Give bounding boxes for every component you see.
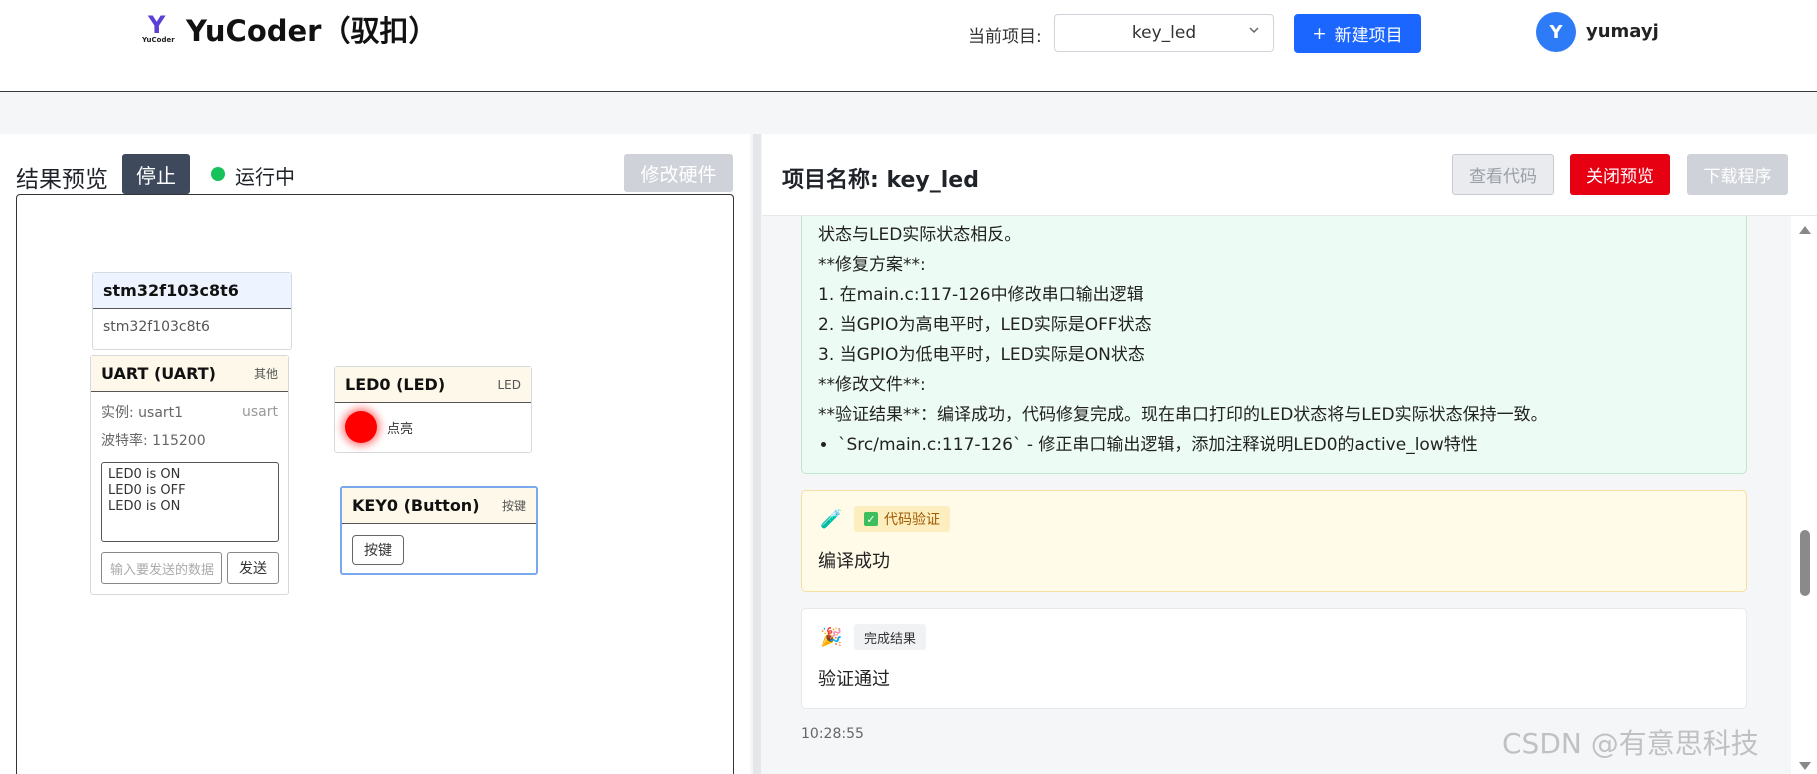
uart-baud-row: 波特率: 115200 — [91, 426, 288, 454]
uart-card-header: UART (UART) 其他 — [91, 356, 288, 392]
uart-instance-type: usart — [242, 404, 278, 420]
preview-title: 结果预览 — [16, 167, 108, 193]
uart-instance-row: 实例: usart1 usart — [91, 398, 288, 426]
panel-splitter[interactable] — [753, 134, 761, 774]
project-name-title: 项目名称: key_led — [782, 168, 979, 193]
led-body: 点亮 — [335, 403, 531, 451]
hardware-canvas: stm32f103c8t6 stm32f103c8t6 UART (UART) … — [16, 194, 734, 774]
csdn-watermark: CSDN @有意思科技 — [1502, 727, 1759, 760]
led-card[interactable]: LED0 (LED) LED 点亮 — [334, 366, 532, 453]
key-tag: 按键 — [501, 499, 526, 513]
current-project-label: 当前项目: — [968, 27, 1042, 47]
uart-title: UART (UART) — [101, 364, 216, 383]
yucoder-logo[interactable]: Y YuCoder — [142, 12, 176, 46]
uart-card[interactable]: UART (UART) 其他 实例: usart1 usart 波特率: 115… — [90, 355, 289, 595]
logo-glyph: Y — [148, 11, 166, 39]
completion-badge: 完成结果 — [854, 624, 927, 650]
key-card[interactable]: KEY0 (Button) 按键 按键 — [340, 486, 538, 575]
project-header: 项目名称: key_led 查看代码 关闭预览 下载程序 — [762, 134, 1817, 216]
message-timestamp: 10:28:55 — [801, 726, 864, 742]
party-popper-icon: 🎉 — [820, 627, 843, 648]
result-preview-panel: 结果预览 停止 运行中 修改硬件 stm32f103c8t6 stm32f103… — [0, 134, 750, 774]
message-line: 3. 当GPIO为低电平时，LED实际是ON状态 — [818, 345, 1145, 365]
logo-text: YuCoder — [142, 36, 175, 44]
code-verify-message: 🧪 ✓ 代码验证 编译成功 — [801, 490, 1747, 592]
uart-tag: 其他 — [253, 367, 278, 381]
modified-file-item: `Src/main.c:117-126` - 修正串口输出逻辑，添加注释说明LE… — [838, 430, 1730, 460]
uart-instance: 实例: usart1 — [101, 405, 184, 421]
key-card-header: KEY0 (Button) 按键 — [342, 488, 536, 524]
uart-send-button[interactable]: 发送 — [227, 552, 279, 584]
fix-summary-message: 状态与LED实际状态相反。 **修复方案**: 1. 在main.c:117-1… — [801, 216, 1747, 474]
mcu-title: stm32f103c8t6 — [103, 281, 239, 300]
download-program-button[interactable]: 下载程序 — [1687, 154, 1788, 195]
mcu-card-header: stm32f103c8t6 — [93, 273, 291, 309]
led-state: 点亮 — [387, 421, 414, 437]
uart-log-line: LED0 is ON — [108, 499, 181, 514]
message-line: **修改文件**: — [818, 375, 926, 395]
running-status-dot — [211, 167, 225, 181]
running-status-text: 运行中 — [235, 165, 295, 189]
project-select-value: key_led — [1131, 23, 1197, 43]
chevron-down-icon — [1249, 27, 1259, 34]
code-verify-badge-label: 代码验证 — [884, 512, 940, 528]
messages-scrollbar[interactable] — [1791, 216, 1817, 774]
led-light-indicator — [345, 411, 377, 443]
modified-files-list: `Src/main.c:117-126` - 修正串口输出逻辑，添加注释说明LE… — [818, 430, 1730, 460]
test-tube-icon: 🧪 — [820, 509, 843, 530]
scroll-up-arrow-icon[interactable] — [1799, 226, 1811, 234]
message-line: 状态与LED实际状态相反。 — [818, 225, 1022, 245]
top-header: Y YuCoder YuCoder（驭扣） 当前项目: key_led + 新建… — [0, 0, 1817, 92]
led-title: LED0 (LED) — [345, 375, 446, 394]
project-select[interactable]: key_led — [1054, 14, 1274, 52]
brand-title: YuCoder（驭扣） — [186, 14, 438, 48]
uart-log-line: LED0 is ON — [108, 467, 181, 482]
completion-message: 🎉 完成结果 验证通过 — [801, 608, 1747, 709]
key-press-button[interactable]: 按键 — [352, 535, 404, 565]
username[interactable]: yumayj — [1586, 21, 1659, 42]
message-line: **修复方案**: — [818, 255, 926, 275]
code-verify-body: 编译成功 — [818, 551, 890, 572]
plus-icon: + — [1312, 23, 1327, 44]
uart-baud: 波特率: 115200 — [101, 433, 206, 449]
message-line: 2. 当GPIO为高电平时，LED实际是OFF状态 — [818, 315, 1152, 335]
scroll-down-arrow-icon[interactable] — [1799, 762, 1811, 770]
uart-log[interactable]: LED0 is ON LED0 is OFF LED0 is ON — [101, 462, 279, 542]
message-line: **验证结果**：编译成功，代码修复完成。现在串口打印的LED状态将与LED实际… — [818, 405, 1548, 425]
key-title: KEY0 (Button) — [352, 496, 480, 515]
view-code-button[interactable]: 查看代码 — [1452, 154, 1554, 195]
close-preview-button[interactable]: 关闭预览 — [1570, 154, 1670, 195]
new-project-label: 新建项目 — [1334, 26, 1403, 46]
message-line: 1. 在main.c:117-126中修改串口输出逻辑 — [818, 285, 1144, 305]
uart-log-line: LED0 is OFF — [108, 483, 186, 498]
code-verify-badge: ✓ 代码验证 — [854, 506, 950, 532]
led-tag: LED — [497, 377, 521, 392]
mcu-card[interactable]: stm32f103c8t6 stm32f103c8t6 — [92, 272, 292, 350]
new-project-button[interactable]: + 新建项目 — [1294, 14, 1421, 53]
completion-body: 验证通过 — [818, 669, 890, 690]
avatar[interactable]: Y — [1536, 12, 1576, 52]
project-panel: 项目名称: key_led 查看代码 关闭预览 下载程序 状态与LED实际状态相… — [762, 134, 1817, 774]
check-icon: ✓ — [864, 512, 878, 526]
modify-hardware-button[interactable]: 修改硬件 — [624, 154, 733, 192]
mcu-body: stm32f103c8t6 — [103, 319, 210, 335]
stop-button[interactable]: 停止 — [122, 154, 190, 194]
led-card-header: LED0 (LED) LED — [335, 367, 531, 403]
uart-send-input[interactable]: 输入要发送的数据 — [101, 552, 222, 584]
scroll-thumb[interactable] — [1800, 530, 1810, 596]
